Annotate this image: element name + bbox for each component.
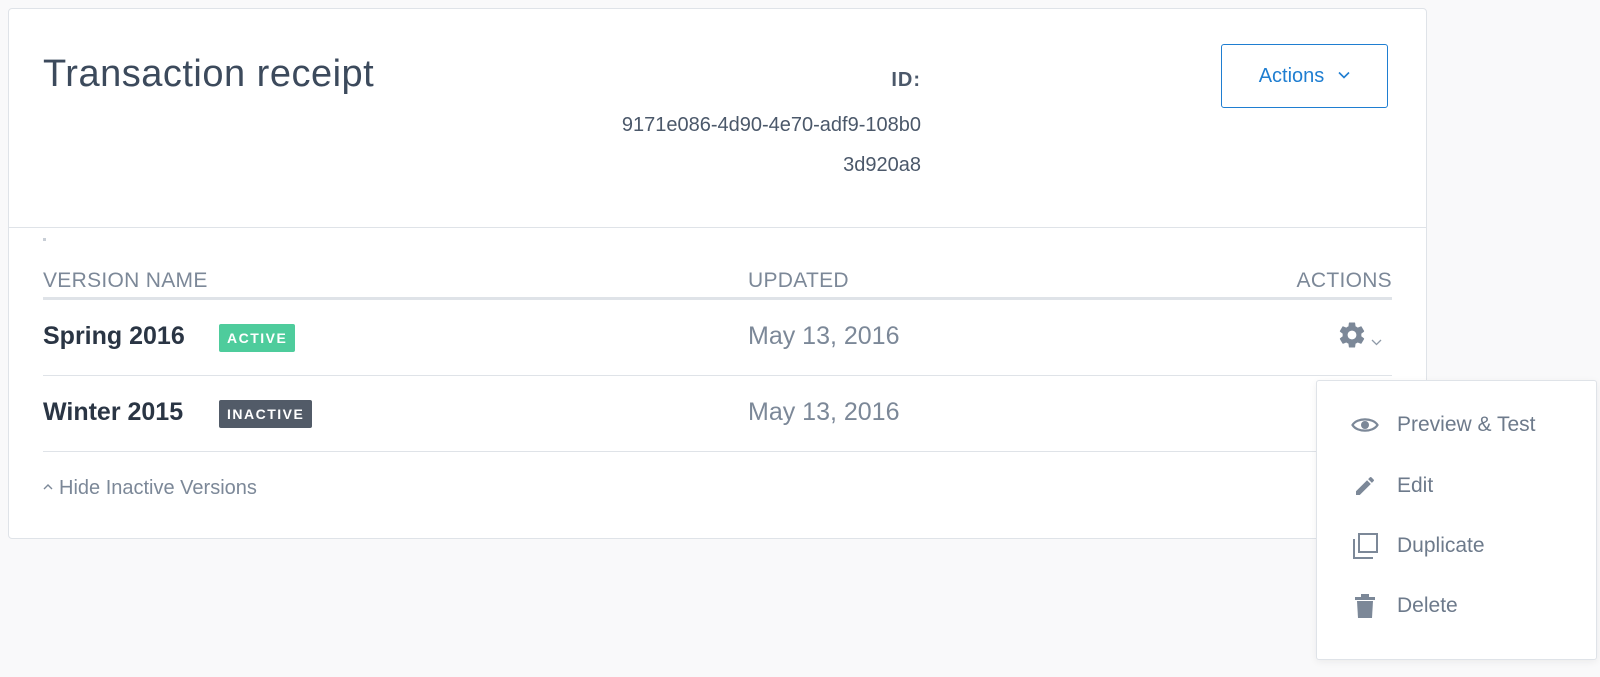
menu-item-edit[interactable]: Edit [1351,472,1433,500]
trash-icon [1351,592,1379,620]
chevron-down-icon [1371,335,1382,349]
table-header: VERSION NAME UPDATED ACTIONS [43,249,1392,300]
updated-date: May 13, 2016 [748,322,900,350]
duplicate-icon [1351,532,1379,560]
page-title: Transaction receipt [43,53,375,95]
row-actions-dropdown-menu: Preview & Test Edit Duplicate Delete [1316,380,1597,660]
status-badge: ACTIVE [219,324,296,352]
menu-item-label: Delete [1397,594,1458,617]
gear-icon [1337,320,1367,355]
id-label: ID: [891,69,921,91]
pencil-icon [1351,472,1379,500]
eye-icon [1351,411,1379,439]
versions-table: VERSION NAME UPDATED ACTIONS Spring 2016… [43,249,1392,452]
status-badge: INACTIVE [219,400,313,428]
menu-item-label: Edit [1397,474,1434,497]
version-name[interactable]: Winter 2015 [43,398,183,427]
template-card: Transaction receipt ID: 9171e086-4d90-4e… [8,8,1427,539]
menu-item-duplicate[interactable]: Duplicate [1351,532,1485,560]
id-value: 9171e086-4d90-4e70-adf9-108b03d920a8 [621,114,921,176]
table-row[interactable]: Winter 2015 INACTIVE May 13, 2016 [43,376,1392,452]
column-header-updated: UPDATED [748,269,849,292]
actions-dropdown-button[interactable]: Actions [1221,44,1388,108]
hide-inactive-label: Hide Inactive Versions [59,477,257,499]
menu-item-delete[interactable]: Delete [1351,592,1458,620]
menu-item-label: Duplicate [1397,534,1485,557]
updated-date: May 13, 2016 [748,398,900,426]
chevron-up-icon [43,479,53,493]
chevron-down-icon [1338,68,1350,82]
menu-item-preview-test[interactable]: Preview & Test [1351,411,1536,439]
hide-inactive-versions-link[interactable]: Hide Inactive Versions [43,477,257,500]
actions-button-label: Actions [1258,64,1325,87]
divider-dot [43,238,46,241]
menu-item-label: Preview & Test [1397,413,1536,436]
row-actions-menu-button[interactable] [1337,320,1382,355]
table-row[interactable]: Spring 2016 ACTIVE May 13, 2016 [43,300,1392,376]
column-header-actions: ACTIONS [1296,269,1392,292]
version-name[interactable]: Spring 2016 [43,322,185,351]
card-header: Transaction receipt ID: 9171e086-4d90-4e… [9,9,1426,228]
column-header-version-name: VERSION NAME [43,269,208,292]
